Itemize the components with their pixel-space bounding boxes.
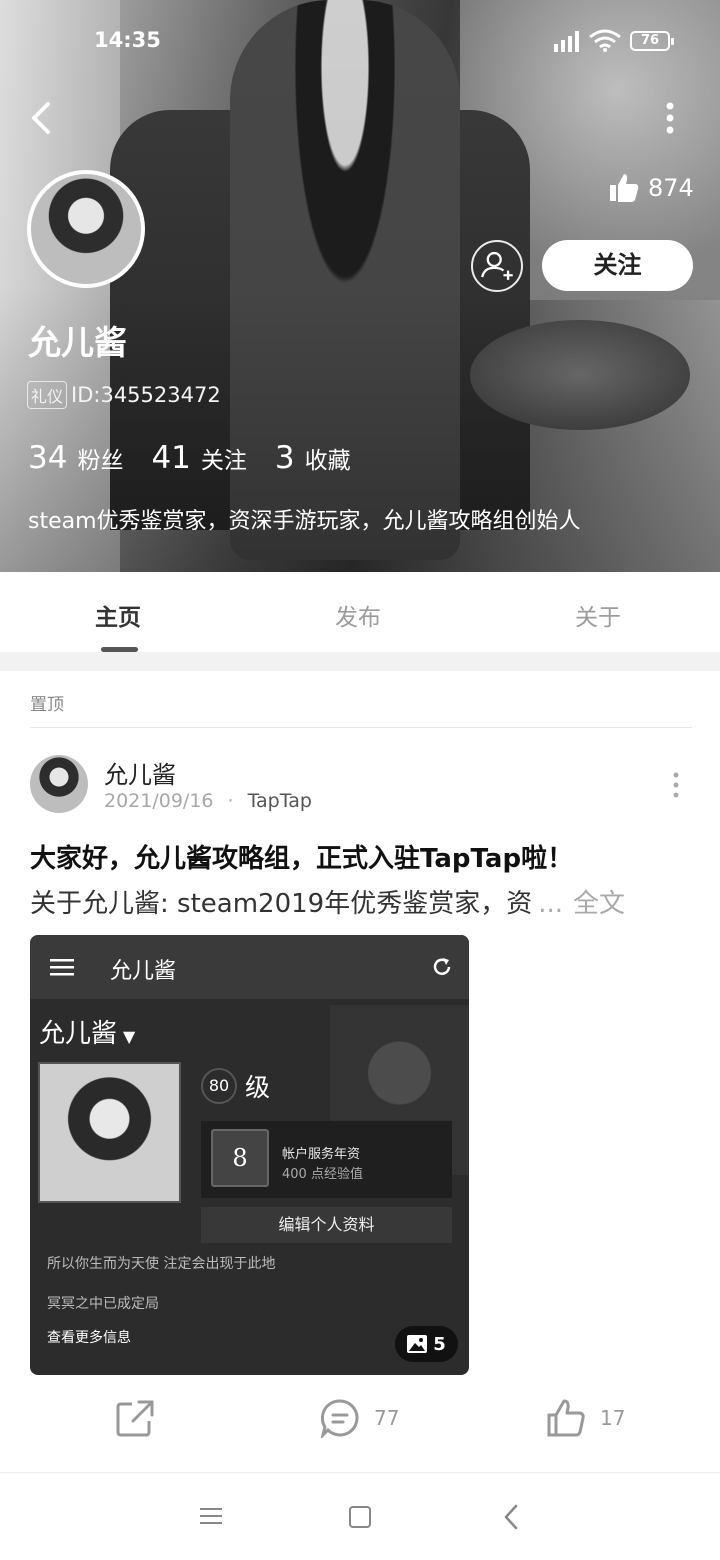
section-divider-band <box>0 652 720 671</box>
following-label[interactable]: 关注 <box>201 441 247 475</box>
tab-posts[interactable]: 发布 <box>335 598 381 632</box>
like-count: 17 <box>600 1406 626 1430</box>
tab-home[interactable]: 主页 <box>95 598 141 632</box>
card-summary-line-2: 冥冥之中已成定局 <box>47 1296 159 1312</box>
card-username-text: 允儿酱 <box>39 1019 118 1049</box>
pinned-label: 置顶 <box>30 695 64 715</box>
profile-id-row: 礼仪 ID:345523472 <box>27 381 221 409</box>
meta-separator: · <box>227 790 234 812</box>
profile-tag: 礼仪 <box>27 381 68 409</box>
post-ellipsis: ... <box>538 889 563 919</box>
image-count-badge[interactable]: 5 <box>395 1326 458 1362</box>
home-icon[interactable] <box>349 1506 371 1528</box>
card-bar-title: 允儿酱 <box>110 959 177 984</box>
badge-subtitle: 400 点经验值 <box>282 1167 363 1182</box>
post-actions: 77 17 <box>0 1398 720 1448</box>
image-icon <box>407 1335 428 1353</box>
badge-title: 帐户服务年资 <box>282 1147 361 1162</box>
profile-avatar[interactable] <box>27 170 145 288</box>
post-image[interactable]: 允儿酱 允儿酱 ▼ 80 级 8 帐户服务年资 400 点经验值 编辑个人资料 所… <box>30 935 469 1375</box>
followers-count[interactable]: 34 <box>28 440 67 476</box>
status-time: 14:35 <box>94 28 161 52</box>
card-level-label: 级 <box>245 1073 271 1102</box>
like-button[interactable]: 17 <box>546 1398 625 1438</box>
post-author-name[interactable]: 允儿酱 <box>104 755 176 790</box>
profile-tabs: 主页 发布 关于 <box>0 572 720 652</box>
profile-name: 允儿酱 <box>28 323 127 362</box>
card-summary-line-1: 所以你生而为天使 注定会出现于此地 <box>47 1256 276 1272</box>
caret-down-icon: ▼ <box>123 1027 136 1046</box>
system-navigation-bar <box>0 1473 720 1560</box>
card-more-info: 查看更多信息 <box>47 1330 131 1346</box>
hamburger-menu-icon <box>50 959 74 976</box>
tab-about[interactable]: 关于 <box>575 598 621 632</box>
image-count: 5 <box>433 1333 446 1355</box>
card-edit-profile: 编辑个人资料 <box>201 1207 452 1243</box>
battery-icon: 76 <box>630 31 674 51</box>
signal-icon <box>554 31 579 52</box>
post-title[interactable]: 大家好，允儿酱攻略组，正式入驻TapTap啦！ <box>30 838 573 875</box>
card-level-badge: 80 <box>201 1068 237 1104</box>
card-username: 允儿酱 ▼ <box>39 1013 135 1050</box>
post-body-text: 关于允儿酱: steam2019年优秀鉴赏家，资 <box>30 889 533 919</box>
profile-id: ID:345523472 <box>71 383 221 407</box>
post-date: 2021/09/16 <box>104 790 214 812</box>
post-more-icon[interactable] <box>668 770 684 800</box>
favorites-label[interactable]: 收藏 <box>305 441 351 475</box>
post-source: TapTap <box>247 790 312 812</box>
post-body[interactable]: 关于允儿酱: steam2019年优秀鉴赏家，资... 全文 <box>30 883 625 920</box>
recent-apps-icon[interactable] <box>200 1507 222 1525</box>
share-icon <box>116 1400 154 1437</box>
share-button[interactable] <box>115 1398 155 1438</box>
more-vertical-icon[interactable] <box>656 98 684 138</box>
profile-likes: 874 <box>608 168 694 208</box>
back-icon[interactable] <box>502 1503 520 1531</box>
thumbs-up-outline-icon <box>547 1399 585 1437</box>
following-count[interactable]: 41 <box>151 440 190 476</box>
favorites-count[interactable]: 3 <box>275 440 295 476</box>
refresh-icon <box>433 958 451 975</box>
divider <box>30 727 692 728</box>
wifi-icon <box>589 29 621 52</box>
post-author-avatar[interactable] <box>30 755 88 813</box>
years-of-service-badge-icon: 8 <box>211 1129 269 1187</box>
post-meta: 2021/09/16 · TapTap <box>104 790 312 812</box>
read-full-link[interactable]: 全文 <box>573 889 625 919</box>
follow-button[interactable]: 关注 <box>542 240 693 291</box>
card-badge-box: 8 帐户服务年资 400 点经验值 <box>201 1121 452 1198</box>
comment-icon <box>320 1399 359 1438</box>
back-arrow-icon[interactable] <box>22 96 62 140</box>
comment-button[interactable]: 77 <box>320 1398 399 1438</box>
profile-stats: 34 粉丝 41 关注 3 收藏 <box>28 440 379 476</box>
card-profile-picture <box>38 1062 181 1203</box>
card-title-bar: 允儿酱 <box>30 935 469 999</box>
profile-bio: steam优秀鉴赏家，资深手游玩家，允儿酱攻略组创始人 <box>28 509 581 534</box>
add-friend-icon[interactable] <box>471 240 523 292</box>
likes-count: 874 <box>648 174 694 202</box>
thumbs-up-icon <box>610 174 639 202</box>
status-bar: 14:35 76 <box>0 26 720 56</box>
followers-label[interactable]: 粉丝 <box>77 441 123 475</box>
comment-count: 77 <box>374 1406 400 1430</box>
